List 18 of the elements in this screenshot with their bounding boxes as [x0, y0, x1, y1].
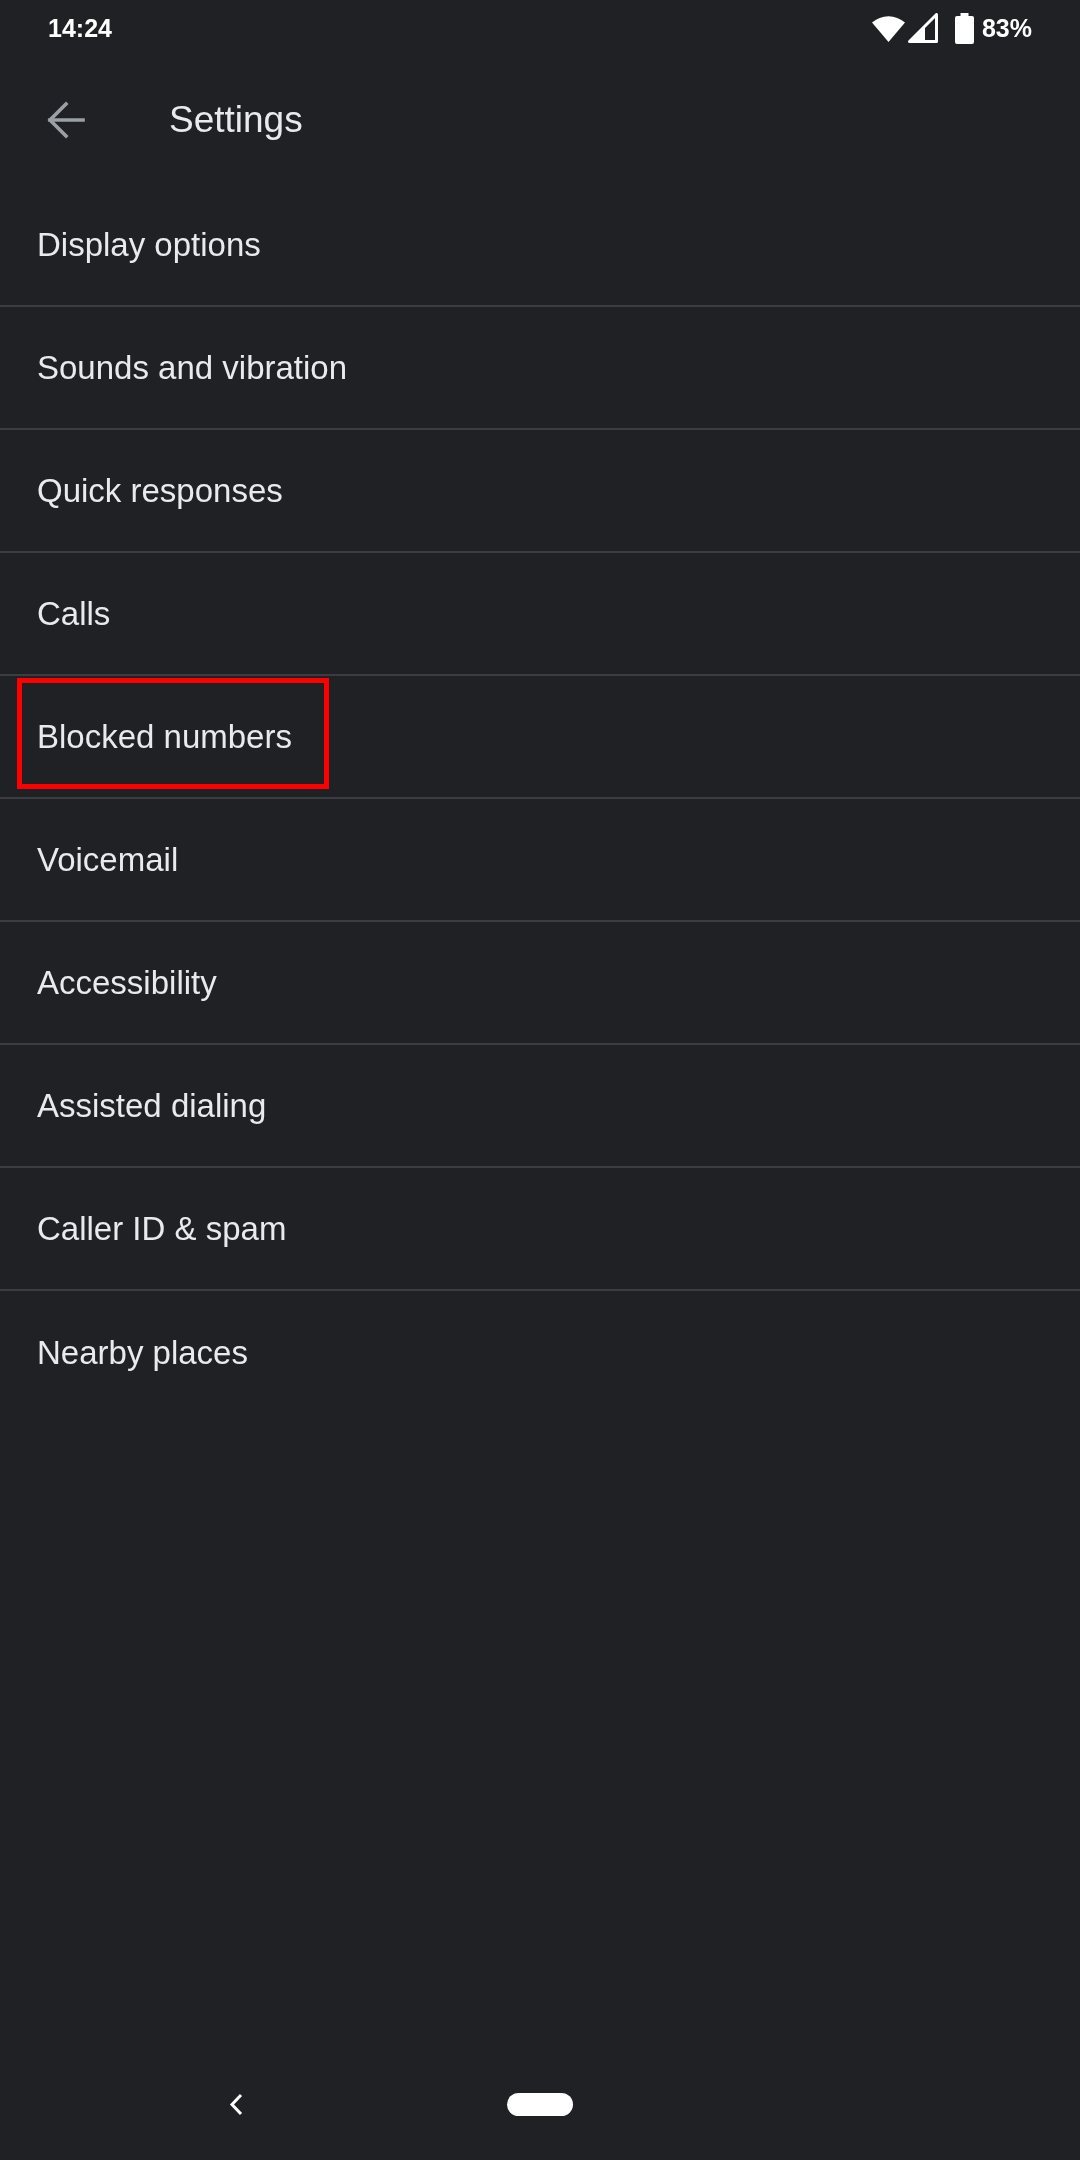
settings-item[interactable]: Accessibility	[0, 922, 1080, 1045]
settings-item[interactable]: Nearby places	[0, 1291, 1080, 1414]
settings-item[interactable]: Voicemail	[0, 799, 1080, 922]
status-time: 14:24	[48, 13, 112, 43]
battery-percent: 83%	[981, 13, 1032, 43]
signal-icon	[907, 13, 938, 43]
battery-icon	[954, 12, 974, 44]
settings-item[interactable]: Caller ID & spam	[0, 1168, 1080, 1291]
settings-item[interactable]: Quick responses	[0, 430, 1080, 553]
settings-item[interactable]: Calls	[0, 553, 1080, 676]
back-chevron-icon[interactable]	[229, 2092, 243, 2116]
home-pill-icon[interactable]	[507, 2092, 573, 2116]
wifi-icon	[871, 14, 905, 42]
settings-item[interactable]: Display options	[0, 184, 1080, 307]
settings-item[interactable]: Blocked numbers	[0, 676, 1080, 799]
settings-item[interactable]: Assisted dialing	[0, 1045, 1080, 1168]
page-title: Settings	[169, 99, 303, 141]
settings-item[interactable]: Sounds and vibration	[0, 307, 1080, 430]
